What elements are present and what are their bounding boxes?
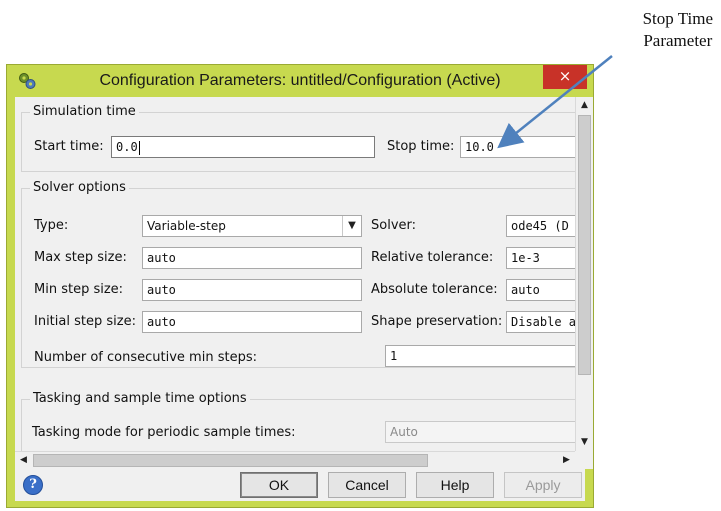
title-bar[interactable]: Configuration Parameters: untitled/Confi… bbox=[7, 65, 593, 97]
scrollbar-corner bbox=[575, 451, 593, 469]
help-icon[interactable]: ? bbox=[23, 475, 43, 495]
text-cursor bbox=[138, 140, 140, 155]
solver-label: Solver: bbox=[371, 218, 417, 233]
scroll-up-icon[interactable]: ▲ bbox=[576, 97, 593, 114]
ok-button[interactable]: OK bbox=[240, 472, 318, 498]
simulation-time-legend: Simulation time bbox=[30, 104, 139, 119]
min-step-label: Min step size: bbox=[34, 282, 124, 297]
start-time-label: Start time: bbox=[34, 139, 104, 154]
relative-tolerance-label: Relative tolerance: bbox=[371, 250, 494, 265]
tasking-legend: Tasking and sample time options bbox=[30, 391, 250, 406]
start-time-input[interactable]: 0.0 bbox=[111, 136, 375, 158]
tasking-mode-select[interactable]: Auto bbox=[385, 421, 575, 443]
absolute-tolerance-label: Absolute tolerance: bbox=[371, 282, 498, 297]
max-step-label: Max step size: bbox=[34, 250, 127, 265]
help-button[interactable]: Help bbox=[416, 472, 494, 498]
scroll-down-icon[interactable]: ▼ bbox=[576, 434, 593, 451]
stop-time-label: Stop time: bbox=[387, 139, 455, 154]
chevron-down-icon[interactable]: ▼ bbox=[342, 216, 361, 236]
shape-preservation-select[interactable]: Disable a bbox=[506, 311, 575, 333]
relative-tolerance-input[interactable]: 1e-3 bbox=[506, 247, 575, 269]
horizontal-scroll-thumb[interactable] bbox=[33, 454, 428, 467]
start-time-value: 0.0 bbox=[116, 140, 138, 154]
scroll-left-icon[interactable]: ◀ bbox=[15, 452, 32, 469]
type-select[interactable]: Variable-step ▼ bbox=[142, 215, 362, 237]
type-label: Type: bbox=[34, 218, 69, 233]
configuration-dialog: Configuration Parameters: untitled/Confi… bbox=[6, 64, 594, 508]
absolute-tolerance-input[interactable]: auto bbox=[506, 279, 575, 301]
annotation-line-1: Stop Time bbox=[642, 9, 713, 28]
consecutive-min-steps-label: Number of consecutive min steps: bbox=[34, 350, 257, 365]
apply-button[interactable]: Apply bbox=[504, 472, 582, 498]
horizontal-scrollbar[interactable]: ◀ ▶ bbox=[15, 451, 575, 469]
cancel-button[interactable]: Cancel bbox=[328, 472, 406, 498]
initial-step-input[interactable]: auto bbox=[142, 311, 362, 333]
button-bar: ? OK Cancel Help Apply bbox=[15, 469, 585, 501]
parameters-pane: Simulation time Start time: 0.0 Stop tim… bbox=[15, 97, 575, 451]
initial-step-label: Initial step size: bbox=[34, 314, 136, 329]
solver-options-legend: Solver options bbox=[30, 180, 129, 195]
max-step-input[interactable]: auto bbox=[142, 247, 362, 269]
consecutive-min-steps-input[interactable]: 1 bbox=[385, 345, 575, 367]
vertical-scroll-thumb[interactable] bbox=[578, 115, 591, 375]
close-button[interactable]: × bbox=[543, 65, 587, 89]
stop-time-input[interactable]: 10.0 bbox=[460, 136, 575, 158]
gear-icon bbox=[19, 73, 36, 89]
solver-select[interactable]: ode45 (D bbox=[506, 215, 575, 237]
min-step-input[interactable]: auto bbox=[142, 279, 362, 301]
vertical-scrollbar[interactable]: ▲ ▼ bbox=[575, 97, 593, 451]
window-title: Configuration Parameters: untitled/Confi… bbox=[99, 72, 501, 89]
type-select-value: Variable-step bbox=[147, 219, 226, 233]
annotation-line-2: Parameter bbox=[643, 31, 713, 50]
scroll-right-icon[interactable]: ▶ bbox=[558, 452, 575, 469]
tasking-mode-label: Tasking mode for periodic sample times: bbox=[32, 425, 296, 440]
shape-preservation-label: Shape preservation: bbox=[371, 314, 503, 329]
dialog-body: Simulation time Start time: 0.0 Stop tim… bbox=[15, 97, 593, 501]
stop-time-annotation: Stop Time Parameter bbox=[643, 8, 713, 52]
